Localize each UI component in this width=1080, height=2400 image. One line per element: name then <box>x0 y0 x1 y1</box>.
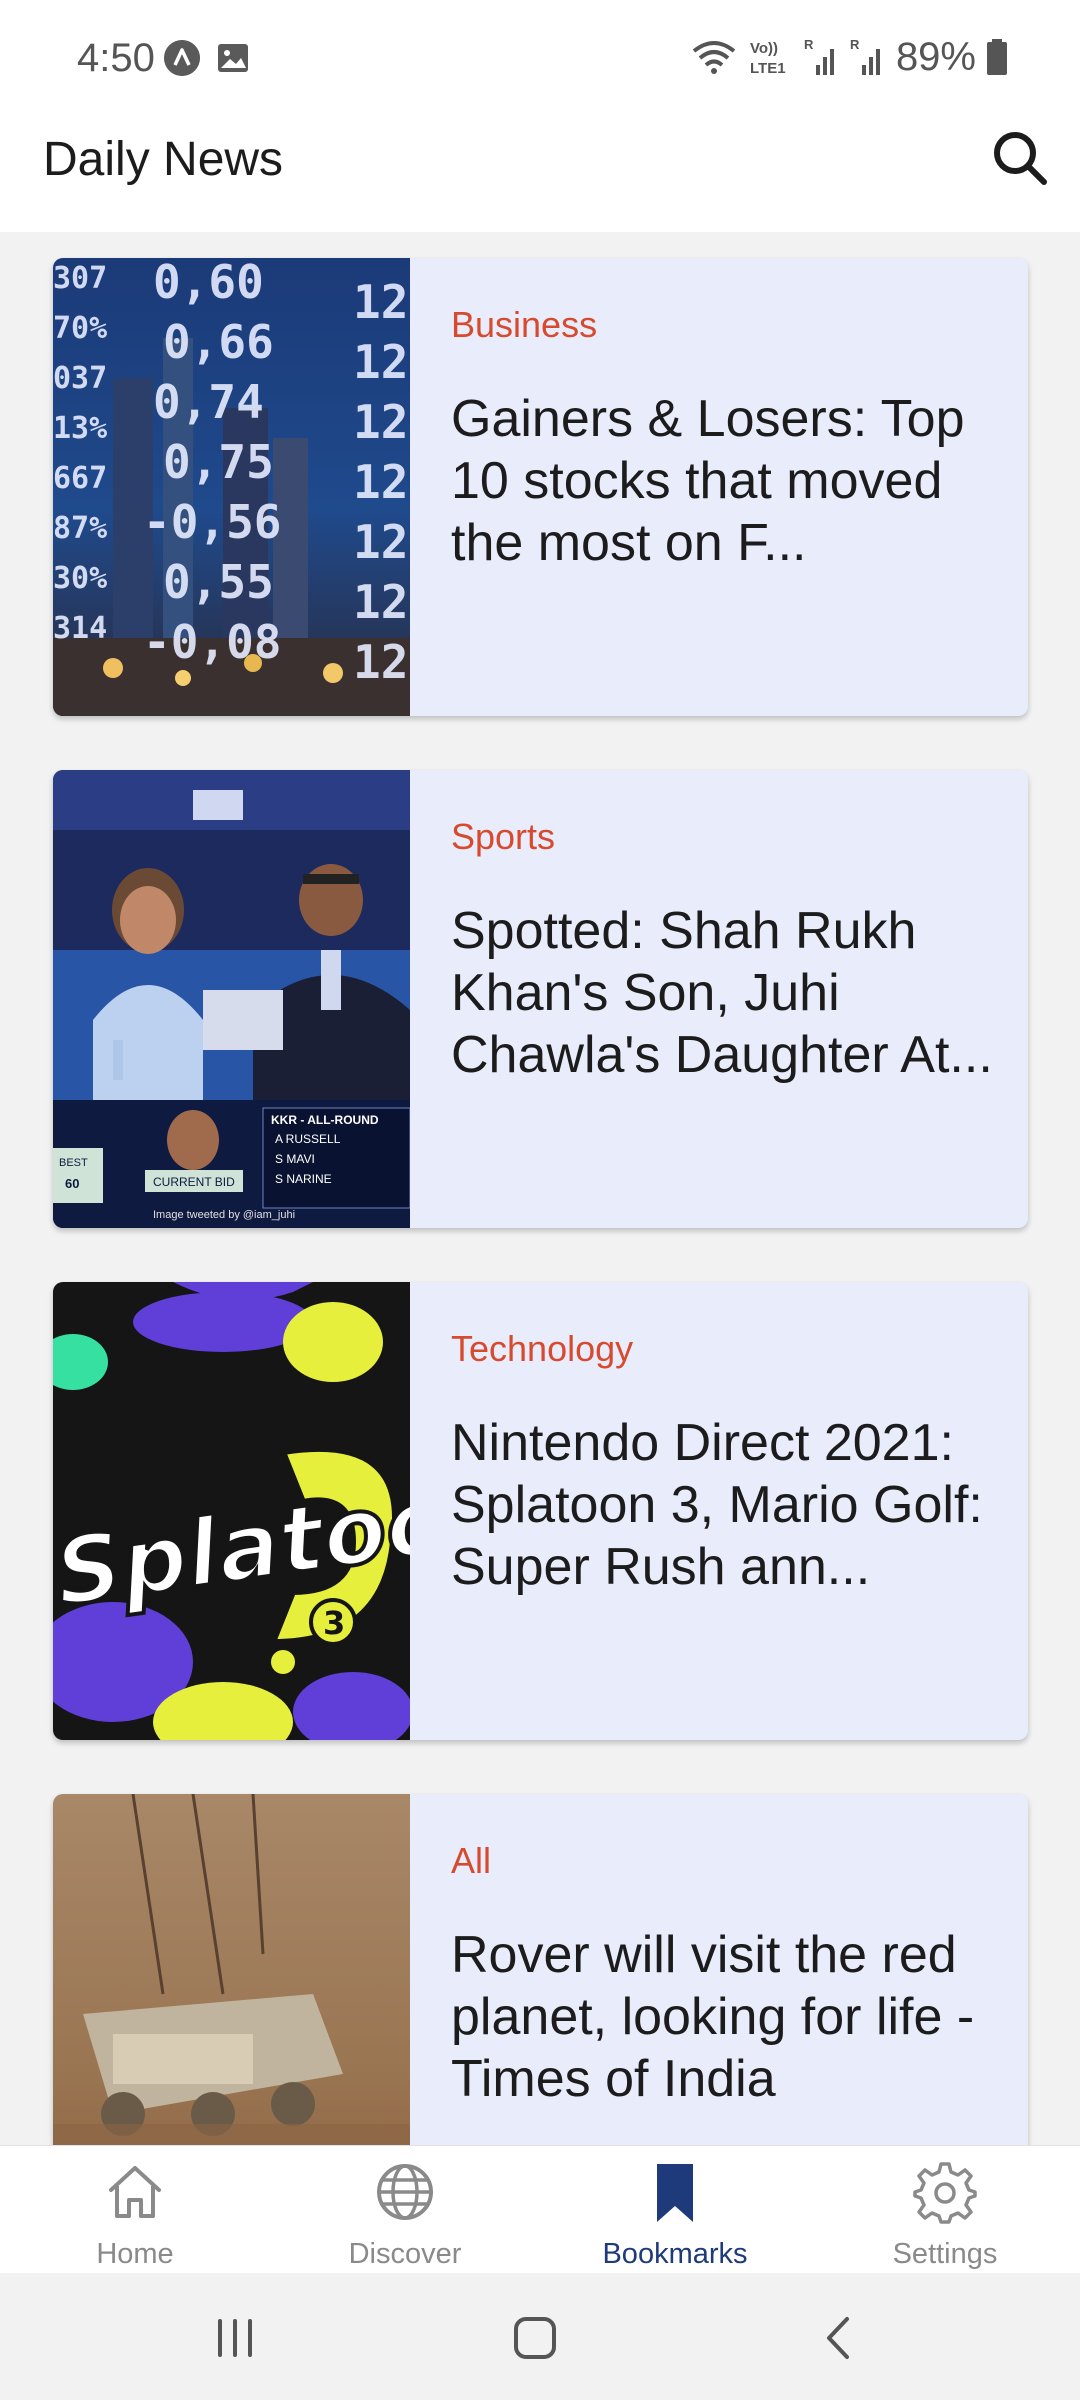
nav-item-settings[interactable]: Settings <box>810 2146 1080 2274</box>
recent-apps-icon[interactable] <box>200 2303 270 2373</box>
signal-icon: R <box>804 37 834 75</box>
nav-label-home: Home <box>96 2238 174 2270</box>
svg-text:0,55: 0,55 <box>163 555 274 609</box>
article-title[interactable]: Nintendo Direct 2021: Splatoon 3, Mario … <box>451 1412 999 1598</box>
nav-item-discover[interactable]: Discover <box>270 2146 540 2274</box>
overlay-bid-label: CURRENT BID <box>153 1175 235 1189</box>
svg-text:87%: 87% <box>53 511 107 546</box>
svg-text:12: 12 <box>353 515 408 569</box>
wifi-icon <box>692 41 736 74</box>
mars-rover-image <box>53 1794 410 2145</box>
signal-icon: R <box>850 37 880 75</box>
svg-text:0,66: 0,66 <box>163 315 274 369</box>
svg-text:70%: 70% <box>53 311 107 346</box>
nav-item-home[interactable]: Home <box>0 2146 270 2274</box>
article-card[interactable]: KKR - ALL-ROUND A RUSSELL S MAVI S NARIN… <box>53 770 1028 1228</box>
status-bar: 4:50 Vo)) LTE1 R R 89% <box>0 0 1080 115</box>
ipl-auction-image: KKR - ALL-ROUND A RUSSELL S MAVI S NARIN… <box>53 770 410 1228</box>
svg-text:13%: 13% <box>53 411 107 446</box>
svg-text:0,60: 0,60 <box>153 258 264 309</box>
article-title[interactable]: Spotted: Shah Rukh Khan's Son, Juhi Chaw… <box>451 900 999 1086</box>
alert-icon <box>164 40 200 76</box>
article-category: All <box>451 1840 492 1881</box>
svg-text:12: 12 <box>353 335 408 389</box>
nav-item-bookmarks[interactable]: Bookmarks <box>540 2146 810 2274</box>
article-category: Sports <box>451 816 556 857</box>
svg-text:0,74: 0,74 <box>153 375 264 429</box>
svg-text:314: 314 <box>53 611 107 646</box>
nav-label-bookmarks: Bookmarks <box>602 2238 748 2270</box>
search-icon[interactable] <box>990 128 1050 188</box>
volte-icon: Vo)) LTE1 <box>750 40 786 77</box>
article-title[interactable]: Rover will visit the red planet, looking… <box>451 1924 999 2110</box>
article-category: Business <box>451 304 598 345</box>
svg-text:R: R <box>804 37 814 52</box>
article-card[interactable]: All Rover will visit the red planet, loo… <box>53 1794 1028 2145</box>
nav-label-discover: Discover <box>348 2238 462 2270</box>
splatoon-number: 3 <box>323 1604 345 1642</box>
svg-text:12: 12 <box>353 455 408 509</box>
splatoon-logo-image: Splatoon 3 <box>53 1282 410 1740</box>
svg-text:Vo)): Vo)) <box>750 40 778 57</box>
overlay-best-label: BEST <box>59 1157 88 1169</box>
globe-icon <box>377 2164 433 2220</box>
gear-icon <box>913 2162 977 2224</box>
image-caption: Image tweeted by @iam_juhi <box>153 1209 295 1221</box>
nav-label-settings: Settings <box>892 2238 998 2270</box>
article-card[interactable]: 307 0,60 12 70% 0,66 12 037 0,74 12 13% … <box>53 258 1028 716</box>
article-category: Technology <box>451 1328 634 1369</box>
status-indicators: Vo)) LTE1 R R 89% <box>690 32 1008 82</box>
svg-text:30%: 30% <box>53 561 107 596</box>
svg-text:12: 12 <box>353 635 408 689</box>
battery-icon <box>987 39 1007 75</box>
svg-text:12: 12 <box>353 395 408 449</box>
article-card[interactable]: Splatoon 3 Technology Nintendo Direct 20… <box>53 1282 1028 1740</box>
bottom-navigation: Home Discover Bookmarks Settings <box>0 2145 1080 2274</box>
svg-text:LTE1: LTE1 <box>750 60 786 77</box>
stock-ticker-image: 307 0,60 12 70% 0,66 12 037 0,74 12 13% … <box>53 258 410 716</box>
back-icon[interactable] <box>805 2303 875 2373</box>
bookmark-icon <box>657 2164 693 2222</box>
svg-text:12: 12 <box>353 575 408 629</box>
article-title[interactable]: Gainers & Losers: Top 10 stocks that mov… <box>451 388 999 574</box>
article-list[interactable]: 307 0,60 12 70% 0,66 12 037 0,74 12 13% … <box>0 232 1080 2145</box>
overlay-player: S MAVI <box>275 1152 315 1166</box>
home-button-icon[interactable] <box>500 2303 570 2373</box>
svg-text:12: 12 <box>353 275 408 329</box>
overlay-team: KKR - ALL-ROUND <box>271 1113 379 1127</box>
overlay-player: S NARINE <box>275 1172 332 1186</box>
svg-text:037: 037 <box>53 361 107 396</box>
home-icon <box>109 2166 161 2218</box>
status-time: 4:50 <box>77 36 155 80</box>
svg-text:307: 307 <box>53 261 107 296</box>
svg-text:-0,08: -0,08 <box>143 615 281 669</box>
image-icon <box>218 44 248 72</box>
svg-text:0,75: 0,75 <box>163 435 274 489</box>
page-title: Daily News <box>43 133 284 186</box>
system-navigation <box>0 2273 1080 2400</box>
svg-text:R: R <box>850 37 860 52</box>
overlay-best-value: 60 <box>65 1176 79 1191</box>
svg-text:-0,56: -0,56 <box>143 495 281 549</box>
svg-text:667: 667 <box>53 461 107 496</box>
overlay-player: A RUSSELL <box>275 1132 341 1146</box>
battery-percent: 89% <box>895 34 976 79</box>
